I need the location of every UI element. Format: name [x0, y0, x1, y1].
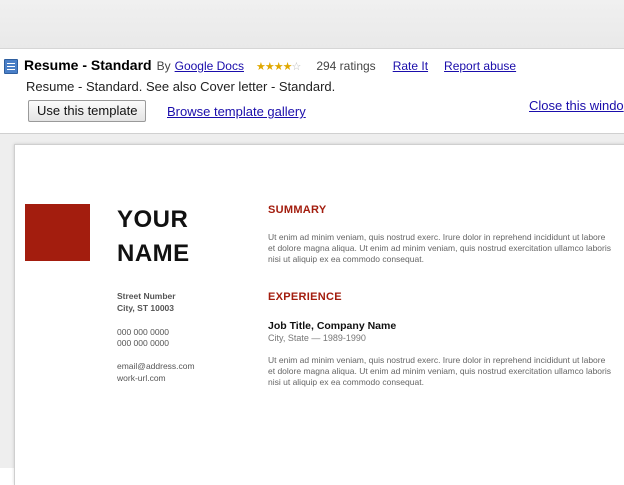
template-info-bar: Resume - Standard By Google Docs ★★★★☆ 2… [0, 49, 624, 134]
template-title: Resume - Standard [24, 57, 152, 73]
browse-gallery-link[interactable]: Browse template gallery [167, 104, 306, 119]
experience-heading: EXPERIENCE [268, 291, 342, 303]
work-url: work-url.com [117, 373, 166, 383]
resume-accent-block [25, 204, 90, 261]
rate-it-link[interactable]: Rate It [393, 59, 428, 73]
rating-stars: ★★★★☆ [255, 60, 301, 73]
experience-text: Ut enim ad minim veniam, quis nostrud ex… [268, 355, 612, 387]
template-preview-area: YOUR NAME Street Number City, ST 10003 0… [0, 134, 624, 485]
author-link[interactable]: Google Docs [175, 59, 244, 73]
resume-preview-page: YOUR NAME Street Number City, ST 10003 0… [14, 144, 624, 485]
report-abuse-link[interactable]: Report abuse [444, 59, 516, 73]
job-meta: City, State — 1989-1990 [268, 333, 366, 343]
template-title-row: Resume - Standard By Google Docs ★★★★☆ 2… [24, 57, 516, 75]
phone-2: 000 000 0000 [117, 338, 169, 348]
close-window-link[interactable]: Close this windo [529, 98, 624, 113]
use-template-button[interactable]: Use this template [28, 100, 147, 122]
email-address: email@address.com [117, 361, 195, 371]
star-filled-icons: ★★★★ [255, 61, 292, 73]
summary-text: Ut enim ad minim veniam, quis nostrud ex… [268, 232, 612, 264]
summary-heading: SUMMARY [268, 204, 327, 216]
template-description: Resume - Standard. See also Cover letter… [26, 79, 336, 94]
by-label: By [156, 59, 171, 73]
address-line-1: Street Number [117, 291, 176, 301]
google-docs-icon [4, 59, 18, 74]
address-line-2: City, ST 10003 [117, 303, 175, 313]
ratings-count: 294 ratings [316, 59, 376, 73]
resume-name: YOUR NAME [117, 206, 190, 267]
browser-top-area [0, 0, 624, 49]
job-title: Job Title, Company Name [268, 320, 397, 332]
star-empty-icon: ☆ [291, 61, 301, 73]
